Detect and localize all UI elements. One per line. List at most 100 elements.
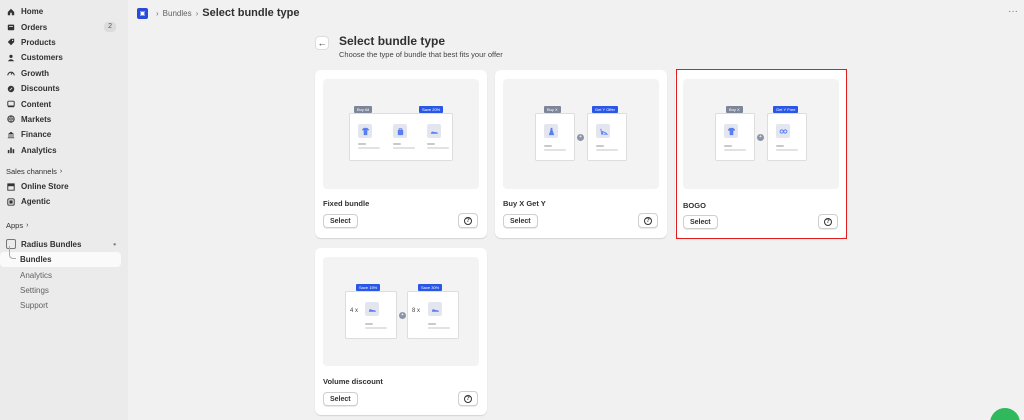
- question-icon: ?: [464, 394, 472, 403]
- select-button[interactable]: Select: [323, 392, 358, 406]
- sidebar-subitem-analytics[interactable]: Analytics: [0, 267, 128, 282]
- plus-icon: +: [577, 134, 584, 141]
- sidebar-item-label: Online Store: [21, 182, 69, 192]
- agentic-icon: [6, 197, 16, 207]
- preview-tag: Buy X: [726, 106, 743, 113]
- sidebar-subitem-label: Support: [20, 301, 49, 311]
- apps-header[interactable]: Apps ›: [0, 218, 128, 233]
- preview-line: [428, 323, 436, 325]
- app-menu-dot-icon[interactable]: •: [113, 240, 116, 249]
- bank-icon: [6, 130, 16, 140]
- orders-icon: [6, 22, 16, 32]
- radius-bundles-app-icon[interactable]: ▣: [137, 7, 148, 19]
- tag-icon: [6, 37, 16, 47]
- sneaker-icon: [428, 302, 442, 316]
- person-icon: [6, 53, 16, 63]
- preview-line: [776, 149, 798, 151]
- bundle-card-buy-x-get-y[interactable]: Buy X Get Y Offer + Buy X Get Y Select ?: [495, 70, 667, 238]
- sidebar-item-growth[interactable]: Growth: [0, 66, 128, 81]
- sidebar-item-discounts[interactable]: Discounts: [0, 81, 128, 96]
- preview-line: [596, 149, 618, 151]
- preview-line: [427, 147, 449, 149]
- tshirt-icon: [724, 124, 738, 138]
- globe-icon: [6, 114, 16, 124]
- apps-label: Apps: [6, 220, 24, 230]
- sidebar-subitem-support[interactable]: Support: [0, 298, 128, 313]
- quantity-label: 4 x: [350, 308, 359, 314]
- breadcrumb-separator: ›: [156, 8, 159, 18]
- sidebar-item-products[interactable]: Products: [0, 35, 128, 50]
- question-icon: ?: [824, 217, 832, 226]
- bundle-card-title: Fixed bundle: [323, 199, 370, 208]
- sidebar-item-label: Content: [21, 99, 52, 109]
- sidebar-subitem-bundles[interactable]: Bundles: [0, 246, 121, 268]
- sidebar-subitem-label: Analytics: [20, 270, 53, 280]
- breadcrumb-current: Select bundle type: [202, 7, 300, 19]
- sidebar-item-label: Analytics: [21, 145, 57, 155]
- sidebar-item-label: Markets: [21, 114, 52, 124]
- sidebar-item-analytics[interactable]: Analytics: [0, 143, 128, 158]
- select-button[interactable]: Select: [503, 214, 538, 228]
- preview-line: [393, 147, 415, 149]
- sidebar-item-online-store[interactable]: Online Store: [0, 179, 128, 194]
- select-button[interactable]: Select: [323, 214, 358, 228]
- help-button[interactable]: ?: [638, 213, 658, 228]
- chart-icon: [6, 145, 16, 155]
- arrow-left-icon: ←: [317, 38, 327, 48]
- preview-line: [358, 147, 380, 149]
- help-button[interactable]: ?: [458, 213, 478, 228]
- preview-tag: Buy All: [354, 106, 373, 113]
- orders-count-badge: 2: [104, 22, 116, 33]
- dress-icon: [544, 124, 558, 138]
- sales-channels-header[interactable]: Sales channels ›: [0, 164, 128, 179]
- sidebar-item-radius-bundles[interactable]: Radius Bundles •: [0, 237, 128, 252]
- preview-tag: Get Y Free: [773, 106, 799, 113]
- shoe-icon: [427, 124, 441, 138]
- sidebar-subitem-label: Bundles: [20, 255, 52, 265]
- sidebar-subitem-settings[interactable]: Settings: [0, 283, 128, 298]
- bag-icon: [393, 124, 407, 138]
- preview-line: [544, 145, 552, 147]
- sneaker-icon: [365, 302, 379, 316]
- bundle-card-fixed[interactable]: Buy All Save 20% Fixed bundle Select ?: [315, 70, 487, 238]
- help-button[interactable]: ?: [818, 214, 838, 229]
- bundle-preview-illustration: Save 15% Save 30% 4 x + 8 x: [323, 257, 479, 366]
- preview-line: [596, 145, 604, 147]
- bundle-card-bogo[interactable]: Buy X Get Y Free + BOGO Select ?: [675, 70, 847, 238]
- sidebar-item-markets[interactable]: Markets: [0, 112, 128, 127]
- page-title: Select bundle type: [339, 34, 446, 48]
- preview-tag: Buy X: [544, 106, 561, 113]
- sales-channels-label: Sales channels: [6, 166, 57, 176]
- plus-icon: +: [757, 134, 764, 141]
- sidebar-item-label: Customers: [21, 53, 63, 63]
- sidebar-item-label: Products: [21, 37, 56, 47]
- bundle-card-volume-discount[interactable]: Save 15% Save 30% 4 x + 8 x Volume disco…: [315, 248, 487, 415]
- preview-line: [365, 323, 373, 325]
- sidebar-item-label: Home: [21, 7, 44, 17]
- sidebar-item-orders[interactable]: Orders 2: [0, 19, 128, 34]
- quantity-label: 8 x: [412, 308, 421, 314]
- content-icon: [6, 99, 16, 109]
- sidebar-item-label: Agentic: [21, 197, 51, 207]
- select-button[interactable]: Select: [683, 215, 718, 229]
- more-options-icon[interactable]: ···: [1008, 6, 1018, 17]
- sidebar-item-agentic[interactable]: Agentic: [0, 194, 128, 209]
- shirt-icon: [358, 124, 372, 138]
- sidebar-item-finance[interactable]: Finance: [0, 127, 128, 142]
- plus-icon: +: [399, 312, 406, 319]
- sidebar-item-customers[interactable]: Customers: [0, 50, 128, 65]
- tree-branch-line: [9, 246, 16, 260]
- heel-icon: [596, 124, 610, 138]
- preview-tag: Save 20%: [419, 106, 444, 113]
- breadcrumb-parent[interactable]: Bundles: [163, 9, 192, 18]
- bundle-preview-illustration: Buy X Get Y Offer +: [503, 79, 659, 189]
- sidebar-item-content[interactable]: Content: [0, 96, 128, 111]
- back-button[interactable]: ←: [315, 36, 329, 50]
- page-header: ← Select bundle type Choose the type of …: [315, 34, 503, 59]
- bundle-preview-illustration: Buy All Save 20%: [323, 79, 479, 189]
- store-icon: [6, 182, 16, 192]
- preview-line: [724, 149, 746, 151]
- help-button[interactable]: ?: [458, 391, 478, 406]
- sidebar-item-home[interactable]: Home: [0, 4, 128, 19]
- bundle-card-title: BOGO: [683, 201, 706, 210]
